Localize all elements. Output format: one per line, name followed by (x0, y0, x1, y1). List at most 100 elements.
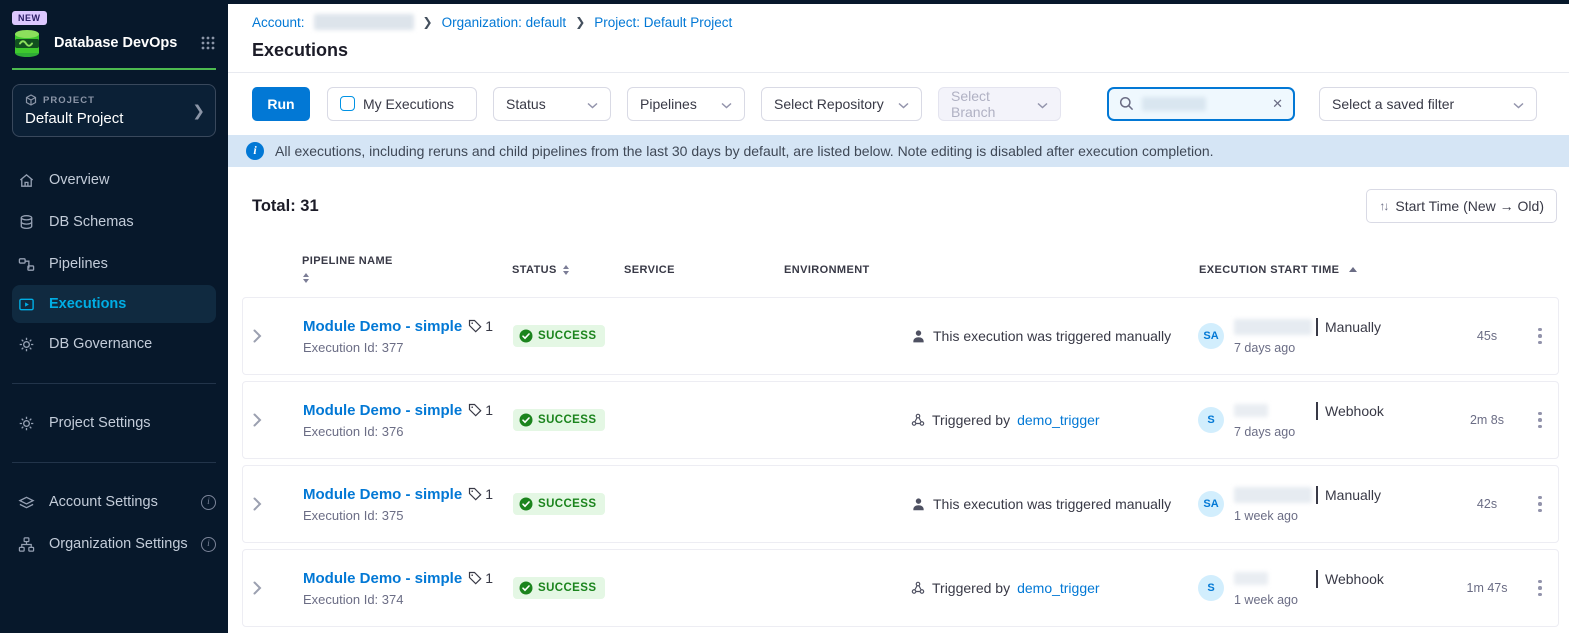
tag-count: 1 (485, 570, 493, 586)
repository-dropdown[interactable]: Select Repository (761, 87, 922, 121)
pipeline-name-link[interactable]: Module Demo - simple (303, 402, 462, 419)
saved-filter-label: Select a saved filter (1332, 96, 1454, 112)
sort-icon[interactable] (562, 264, 570, 276)
table-row[interactable]: Module Demo - simple 1 Execution Id: 375… (242, 465, 1559, 543)
brand-area: NEW Database DevOps (0, 0, 228, 58)
branch-dropdown-label: Select Branch (951, 88, 1029, 120)
project-selector[interactable]: PROJECT Default Project ❯ (12, 84, 216, 137)
row-menu-icon[interactable] (1534, 576, 1546, 601)
time-ago: 1 week ago (1234, 593, 1384, 607)
sidebar-item-db-schemas[interactable]: DB Schemas (0, 201, 228, 243)
execution-id: Execution Id: 374 (303, 592, 403, 607)
start-time-cell: S Webhook 1 week ago (1198, 570, 1452, 607)
window-top-edge (0, 0, 1569, 4)
my-executions-checkbox[interactable] (340, 96, 355, 111)
sidebar-item-db-governance[interactable]: DB Governance (0, 323, 228, 365)
sort-button-label: Start Time (New → Old) (1395, 198, 1544, 214)
trigger-info: Triggered by demo_trigger (911, 412, 1198, 428)
pipeline-name-link[interactable]: Module Demo - simple (303, 486, 462, 503)
sidebar-nav: Overview DB Schemas Pipelines Executions (0, 159, 228, 365)
trigger-link[interactable]: demo_trigger (1017, 580, 1100, 596)
user-icon (911, 497, 926, 512)
start-time-cell: S Webhook 7 days ago (1198, 402, 1452, 439)
column-service[interactable]: SERVICE (624, 264, 675, 276)
sort-asc-icon (1349, 267, 1357, 272)
saved-filter-dropdown[interactable]: Select a saved filter (1319, 87, 1537, 121)
sidebar-item-project-settings[interactable]: Project Settings (0, 402, 228, 444)
trigger-info: Triggered by demo_trigger (911, 580, 1198, 596)
filter-toolbar: Run My Executions Status Pipelines Selec… (228, 73, 1569, 135)
trigger-link[interactable]: demo_trigger (1017, 412, 1100, 428)
search-input[interactable]: ✕ (1107, 87, 1295, 121)
trigger-info: This execution was triggered manually (911, 328, 1198, 344)
separator (1316, 318, 1318, 336)
executions-table: PIPELINE NAME STATUS SERVICE ENVIRONMENT… (228, 239, 1569, 633)
column-status[interactable]: STATUS (512, 264, 557, 276)
sidebar-item-organization-settings[interactable]: Organization Settings i (0, 523, 228, 565)
pipeline-name-link[interactable]: Module Demo - simple (303, 570, 462, 587)
expand-chevron-icon[interactable] (253, 329, 262, 343)
status-label: SUCCESS (538, 582, 596, 594)
table-row[interactable]: Module Demo - simple 1 Execution Id: 374… (242, 549, 1559, 627)
row-menu-icon[interactable] (1534, 492, 1546, 517)
executions-icon (17, 295, 36, 314)
chevron-down-icon (1513, 96, 1524, 112)
clear-search-icon[interactable]: ✕ (1272, 96, 1283, 112)
column-execution-start-time[interactable]: EXECUTION START TIME (1199, 264, 1339, 276)
page-title: Executions (252, 40, 1569, 61)
expand-chevron-icon[interactable] (253, 413, 262, 427)
sidebar-divider (12, 462, 216, 463)
breadcrumb-project[interactable]: Project: Default Project (594, 15, 732, 30)
redacted-user-name (1234, 487, 1312, 503)
pipeline-name-link[interactable]: Module Demo - simple (303, 318, 462, 335)
sidebar-item-label: Account Settings (49, 494, 158, 510)
expand-chevron-icon[interactable] (253, 497, 262, 511)
trigger-mode: Webhook (1325, 403, 1384, 419)
avatar: SA (1198, 323, 1224, 349)
app-grid-icon[interactable] (200, 35, 216, 51)
tag-icon (468, 487, 482, 501)
database-devops-logo-icon (12, 28, 44, 58)
sidebar-item-overview[interactable]: Overview (0, 159, 228, 201)
sidebar-item-account-settings[interactable]: Account Settings i (0, 481, 228, 523)
execution-id: Execution Id: 377 (303, 340, 403, 355)
breadcrumb-organization[interactable]: Organization: default (442, 15, 567, 30)
avatar: S (1198, 575, 1224, 601)
chevron-down-icon (1037, 96, 1048, 112)
row-menu-icon[interactable] (1534, 324, 1546, 349)
trigger-mode: Manually (1325, 319, 1381, 335)
pipelines-dropdown-label: Pipelines (640, 96, 697, 112)
breadcrumb-account[interactable]: Account: (252, 15, 305, 30)
redacted-user-name (1234, 572, 1268, 585)
run-button[interactable]: Run (252, 87, 310, 121)
cube-icon (25, 94, 37, 106)
sidebar-item-pipelines[interactable]: Pipelines (0, 243, 228, 285)
expand-chevron-icon[interactable] (253, 581, 262, 595)
status-label: SUCCESS (538, 498, 596, 510)
status-badge: SUCCESS (513, 577, 605, 599)
sidebar-item-label: Executions (49, 296, 126, 312)
status-dropdown[interactable]: Status (493, 87, 611, 121)
chevron-right-icon: ❯ (423, 15, 433, 29)
sidebar-item-label: DB Governance (49, 336, 152, 352)
sort-icon[interactable] (302, 272, 310, 284)
column-environment[interactable]: ENVIRONMENT (784, 264, 870, 276)
separator (1316, 486, 1318, 504)
execution-id: Execution Id: 376 (303, 424, 403, 439)
page-header: Account: ❯ Organization: default ❯ Proje… (228, 0, 1569, 73)
main-content: Account: ❯ Organization: default ❯ Proje… (228, 0, 1569, 633)
my-executions-filter[interactable]: My Executions (327, 87, 477, 121)
pipelines-dropdown[interactable]: Pipelines (627, 87, 745, 121)
app: NEW Database DevOps (0, 0, 1569, 633)
tag-count: 1 (485, 402, 493, 418)
my-executions-label: My Executions (363, 96, 454, 112)
sort-button[interactable]: ↑↓ Start Time (New → Old) (1366, 189, 1557, 223)
table-row[interactable]: Module Demo - simple 1 Execution Id: 377… (242, 297, 1559, 375)
column-pipeline-name[interactable]: PIPELINE NAME (302, 255, 393, 267)
row-menu-icon[interactable] (1534, 408, 1546, 433)
info-banner-text: All executions, including reruns and chi… (275, 143, 1214, 159)
status-label: SUCCESS (538, 330, 596, 342)
sidebar-item-executions[interactable]: Executions (12, 285, 216, 323)
table-row[interactable]: Module Demo - simple 1 Execution Id: 376… (242, 381, 1559, 459)
trigger-text: This execution was triggered manually (933, 496, 1171, 512)
